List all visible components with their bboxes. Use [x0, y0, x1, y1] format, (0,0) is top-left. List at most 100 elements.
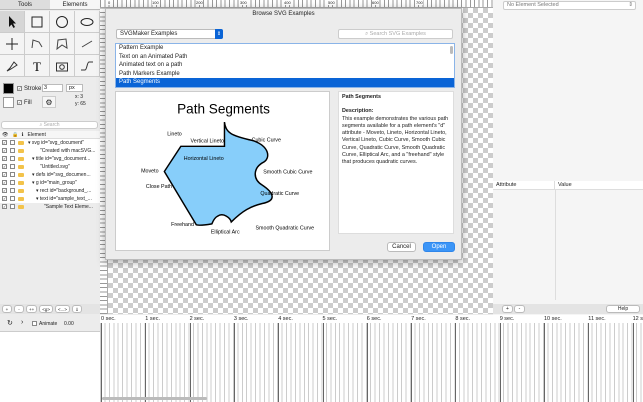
animate-checkbox[interactable] — [32, 321, 37, 326]
second-label: 9 sec. — [499, 316, 515, 322]
second-mark — [101, 323, 102, 402]
remove-attribute-button[interactable]: - — [514, 305, 525, 313]
example-item[interactable]: Text on an Animated Path — [116, 53, 454, 62]
folder-icon — [18, 204, 24, 209]
polygon-tool[interactable] — [50, 33, 75, 55]
tab-elements[interactable]: Elements — [50, 0, 100, 10]
tree-button[interactable]: + — [2, 305, 12, 313]
source-select[interactable]: SVGMaker Examples ⇕ — [116, 29, 223, 39]
tree-button[interactable]: <...> — [55, 305, 71, 313]
element-row[interactable]: ✓ "Sample Text Eleme... — [0, 203, 100, 211]
play-icon[interactable]: › — [21, 319, 23, 326]
add-attribute-button[interactable]: + — [502, 305, 513, 313]
stroke-swatch[interactable] — [3, 83, 14, 94]
element-search[interactable]: ⌕ Search — [1, 121, 98, 129]
timeline-controls: ↻ › Animate 0.00 — [0, 315, 100, 402]
ellipse-icon — [80, 17, 94, 26]
description-pane: Path Segments Description: This example … — [338, 91, 454, 234]
lock-checkbox[interactable] — [10, 156, 15, 162]
preview-label: Smooth Quadratic Curve — [256, 226, 315, 232]
folder-icon — [18, 188, 24, 193]
element-row[interactable]: ✓ ▾ rect id="background_... — [0, 187, 100, 195]
line-tool[interactable] — [75, 33, 100, 55]
lock-checkbox[interactable] — [10, 188, 15, 194]
lock-checkbox[interactable] — [10, 140, 15, 146]
visibility-checkbox[interactable]: ✓ — [2, 196, 7, 202]
lock-checkbox[interactable] — [10, 148, 15, 154]
visibility-checkbox[interactable]: ✓ — [2, 204, 7, 210]
ellipse-tool[interactable] — [75, 11, 100, 33]
example-item[interactable]: Path Segments — [116, 78, 454, 87]
arrow-icon — [9, 15, 16, 28]
example-item[interactable]: Path Markers Example — [116, 70, 454, 79]
element-label: ▾ svg id="svg_document" — [28, 140, 84, 146]
element-row[interactable]: ✓ ▾ defs id="svg_documen... — [0, 171, 100, 179]
attribute-column-header[interactable]: Attribute — [493, 181, 555, 189]
lock-icon: 🔒 — [12, 132, 19, 138]
cancel-button[interactable]: Cancel — [387, 242, 416, 252]
fill-checkbox[interactable]: ✓ — [17, 100, 22, 105]
lock-checkbox[interactable] — [10, 172, 15, 178]
element-label: ▾ text id="sample_text_... — [36, 196, 92, 202]
gear-icon: ⚙ — [45, 98, 53, 107]
description-title: Path Segments — [342, 94, 381, 100]
lock-checkbox[interactable] — [10, 180, 15, 186]
search-placeholder: Search SVG Examples — [369, 31, 426, 37]
tree-button[interactable]: <g> — [39, 305, 54, 313]
stroke-checkbox[interactable]: ✓ — [17, 86, 22, 91]
second-mark — [632, 323, 634, 402]
timeline-scrollbar[interactable] — [102, 397, 207, 400]
element-row[interactable]: ✓ ▾ svg id="svg_document" — [0, 139, 100, 147]
tree-button[interactable]: ++ — [26, 305, 38, 313]
circle-tool[interactable] — [50, 11, 75, 33]
tab-tools[interactable]: Tools — [0, 0, 50, 10]
reset-icon[interactable]: ↻ — [7, 319, 13, 327]
examples-search[interactable]: ⌕ Search SVG Examples — [338, 29, 453, 39]
element-row[interactable]: ✓ ▾ text id="sample_text_... — [0, 195, 100, 203]
stroke-width-input[interactable]: 3 — [42, 84, 63, 92]
lock-checkbox[interactable] — [10, 196, 15, 202]
updown-icon: ⇕ — [215, 29, 223, 39]
eye-icon: 👁 — [2, 132, 9, 138]
lock-checkbox[interactable] — [10, 204, 15, 210]
visibility-checkbox[interactable]: ✓ — [2, 164, 7, 170]
path-tool[interactable] — [0, 55, 25, 77]
crosshair-tool[interactable] — [0, 33, 25, 55]
visibility-checkbox[interactable]: ✓ — [2, 188, 7, 194]
tree-button[interactable]: - — [14, 305, 24, 313]
lock-checkbox[interactable] — [10, 164, 15, 170]
element-select[interactable]: No Element Selected ⇕ — [503, 1, 636, 10]
fill-label: Fill — [24, 100, 32, 106]
example-item[interactable]: Animated text on a path — [116, 61, 454, 70]
element-row[interactable]: ✓ ▾ title id="svg_document... — [0, 155, 100, 163]
example-item[interactable]: Pattern Example — [116, 44, 454, 53]
tree-button[interactable]: ⇓ — [72, 305, 83, 313]
element-row[interactable]: ✓ "Created with macSVG... — [0, 147, 100, 155]
visibility-checkbox[interactable]: ✓ — [2, 140, 7, 146]
ruler-label: 200 — [196, 0, 203, 5]
element-row[interactable]: ✓ ▾ g id="main_group" — [0, 179, 100, 187]
text-tool[interactable]: T — [25, 55, 50, 77]
browse-examples-dialog: Browse SVG Examples SVGMaker Examples ⇕ … — [105, 8, 462, 260]
visibility-checkbox[interactable]: ✓ — [2, 172, 7, 178]
right-bottom-toolbar: + - Help — [493, 304, 643, 314]
timeline[interactable]: 0 sec. 1 sec. 2 sec. 3 sec. 4 sec. 5 sec. 6 se… — [100, 315, 643, 402]
visibility-checkbox[interactable]: ✓ — [2, 148, 7, 154]
element-label: ▾ g id="main_group" — [32, 180, 77, 186]
select-tool[interactable] — [0, 11, 25, 33]
curve-tool[interactable] — [75, 55, 100, 77]
visibility-checkbox[interactable]: ✓ — [2, 180, 7, 186]
image-tool[interactable] — [50, 55, 75, 77]
polyline-tool[interactable] — [25, 33, 50, 55]
animate-label: Animate — [39, 321, 58, 327]
help-button[interactable]: Help — [606, 305, 640, 313]
stroke-unit-select[interactable]: px — [66, 84, 83, 92]
list-scrollbar[interactable] — [450, 46, 453, 54]
fill-swatch[interactable] — [3, 97, 14, 108]
element-row[interactable]: ✓ "Untitled.svg" — [0, 163, 100, 171]
settings-button[interactable]: ⚙ — [42, 96, 56, 108]
value-column-header[interactable]: Value — [555, 181, 572, 189]
rect-tool[interactable] — [25, 11, 50, 33]
open-button[interactable]: Open — [423, 242, 455, 252]
visibility-checkbox[interactable]: ✓ — [2, 156, 7, 162]
